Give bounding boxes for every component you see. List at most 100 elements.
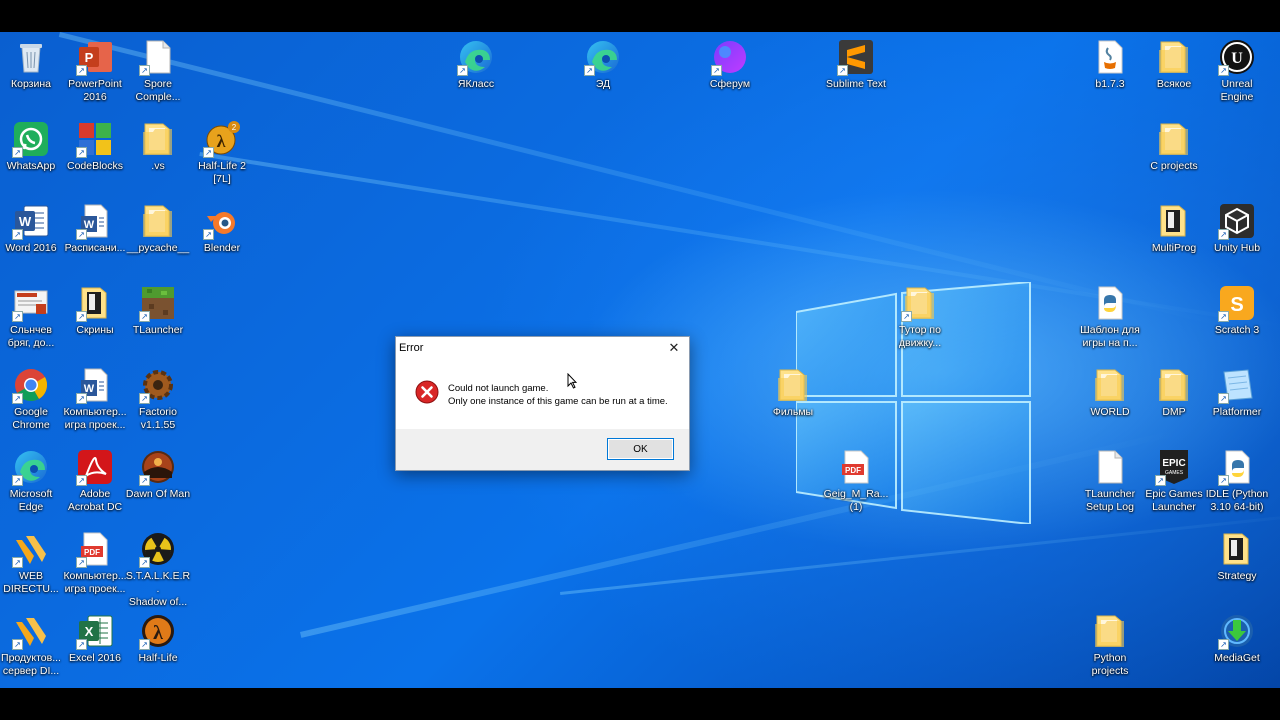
desktop-icon-label: Excel 2016 (69, 652, 121, 664)
shortcut-arrow-icon: ↗ (12, 639, 23, 650)
desktop-icon[interactable]: ↗ Тутор по движку... (887, 284, 953, 350)
desktop-icon[interactable]: S ↗ Scratch 3 (1204, 284, 1270, 337)
svg-text:λ: λ (153, 622, 163, 644)
file-icon (1091, 448, 1129, 486)
desktop-icon[interactable]: ↗ Blender (189, 202, 255, 255)
desktop-icon[interactable]: ↗ WhatsApp (0, 120, 64, 173)
shortcut-arrow-icon: ↗ (203, 229, 214, 240)
svg-text:EPIC: EPIC (1162, 458, 1185, 469)
error-message-line-2: Only one instance of this game can be ru… (448, 396, 668, 407)
desktop-icon[interactable]: λ 2 ↗ Half-Life 2 [7L] (189, 120, 255, 186)
folder-icon (139, 202, 177, 240)
desktop-icon-label: WORLD (1090, 406, 1130, 418)
excel-icon: X ↗ (76, 612, 114, 650)
desktop-icon[interactable]: ↗ Sublime Text (823, 38, 889, 91)
desktop-icon[interactable]: Python projects (1077, 612, 1143, 678)
word-icon: W ↗ (12, 202, 50, 240)
desktop-icon-label: Geig_M_Ra... (1) (823, 488, 889, 513)
folder-icon (1091, 612, 1129, 650)
desktop-icon-label: Sublime Text (826, 78, 886, 90)
desktop-icon[interactable]: __pycache__ (125, 202, 191, 255)
desktop-icon[interactable]: W ↗ Расписани... (62, 202, 128, 255)
desktop-icon[interactable]: ↗ ЭД (570, 38, 636, 91)
dialog-footer: OK (396, 429, 689, 470)
desktop-icon-label: Корзина (11, 78, 51, 90)
mediaget-icon: ↗ (1218, 612, 1256, 650)
desktop-icon-label: CodeBlocks (66, 160, 124, 172)
desktop-icon[interactable]: ↗ Unity Hub (1204, 202, 1270, 255)
shortcut-arrow-icon: ↗ (901, 311, 912, 322)
desktop-icon-label: Python projects (1091, 652, 1129, 677)
error-message-line-1: Could not launch game. (448, 383, 549, 394)
dialog-body: Could not launch game. Only one instance… (396, 359, 689, 429)
desktop-icon[interactable]: W ↗ Компьютер... игра проек... (62, 366, 128, 432)
desktop[interactable]: Корзина P ↗ PowerPoint 2016 ↗ Spore Comple...… (0, 32, 1280, 688)
desktop-icon[interactable]: P ↗ PowerPoint 2016 (62, 38, 128, 104)
desktop-icon[interactable]: ↗ Factorio v1.1.55 (125, 366, 191, 432)
pdf-document-icon: PDF (837, 448, 875, 486)
shortcut-arrow-icon: ↗ (1218, 475, 1229, 486)
desktop-icon[interactable]: ↗ Microsoft Edge (0, 448, 64, 514)
desktop-icon[interactable]: DMP (1141, 366, 1207, 419)
desktop-icon[interactable]: Всякое (1141, 38, 1207, 91)
desktop-icon[interactable]: PDF Geig_M_Ra... (1) (823, 448, 889, 514)
desktop-icon-label: TLauncher Setup Log (1084, 488, 1136, 513)
desktop-icon[interactable]: ↗ CodeBlocks (62, 120, 128, 173)
shortcut-arrow-icon: ↗ (837, 65, 848, 76)
dialog-titlebar[interactable]: Error ✕ (396, 337, 689, 359)
desktop-icon[interactable]: ↗ WEB DIRECTU... (0, 530, 64, 596)
desktop-icon[interactable]: ↗ Сльнчев бряг, до... (0, 284, 64, 350)
shortcut-arrow-icon: ↗ (76, 557, 87, 568)
desktop-icon[interactable]: ↗ Google Chrome (0, 366, 64, 432)
desktop-icon[interactable]: PDF ↗ Компьютер... игра проек... (62, 530, 128, 596)
desktop-icon[interactable]: Корзина (0, 38, 64, 91)
desktop-icon[interactable]: ↗ Platformer (1204, 366, 1270, 419)
desktop-icon-label: Тутор по движку... (898, 324, 942, 349)
desktop-icon[interactable]: ↗ Spore Comple... (125, 38, 191, 104)
desktop-icon[interactable]: U ↗ Unreal Engine (1204, 38, 1270, 104)
shortcut-arrow-icon: ↗ (139, 557, 150, 568)
desktop-icon[interactable]: ↗ MediaGet (1204, 612, 1270, 665)
desktop-icon[interactable]: ↗ IDLE (Python 3.10 64-bit) (1204, 448, 1270, 514)
shortcut-arrow-icon: ↗ (12, 311, 23, 322)
shortcut-arrow-icon: ↗ (1155, 475, 1166, 486)
desktop-icon-label: Adobe Acrobat DC (67, 488, 123, 513)
desktop-icon-label: MediaGet (1214, 652, 1260, 664)
ok-button[interactable]: OK (607, 438, 674, 460)
desktop-icon[interactable]: ↗ ЯКласс (443, 38, 509, 91)
desktop-icon[interactable]: ↗ Скрины (62, 284, 128, 337)
desktop-icon[interactable]: ↗ Dawn Of Man (125, 448, 191, 501)
stalker-icon: ↗ (139, 530, 177, 568)
mouse-cursor-icon (567, 373, 577, 389)
desktop-icon[interactable]: b1.7.3 (1077, 38, 1143, 91)
sublime-text-icon: ↗ (837, 38, 875, 76)
desktop-icon[interactable]: C projects (1141, 120, 1207, 173)
desktop-icon-label: Factorio v1.1.55 (139, 406, 177, 431)
desktop-icon[interactable]: W ↗ Word 2016 (0, 202, 64, 255)
server-icon: ↗ (12, 612, 50, 650)
desktop-icon[interactable]: MultiProg (1141, 202, 1207, 255)
desktop-icon-label: .vs (151, 160, 165, 172)
desktop-icon[interactable]: ↗ Продуктов... сервер DI... (0, 612, 64, 678)
shortcut-arrow-icon: ↗ (457, 65, 468, 76)
desktop-icon[interactable]: WORLD (1077, 366, 1143, 419)
folder-dark-icon (1218, 530, 1256, 568)
desktop-icon[interactable]: Шаблон для игры на п... (1077, 284, 1143, 350)
shortcut-arrow-icon: ↗ (139, 393, 150, 404)
desktop-icon[interactable]: ↗ TLauncher (125, 284, 191, 337)
shortcut-arrow-icon: ↗ (12, 557, 23, 568)
desktop-icon[interactable]: Фильмы (760, 366, 826, 419)
desktop-icon[interactable]: X ↗ Excel 2016 (62, 612, 128, 665)
desktop-icon[interactable]: λ ↗ Half-Life (125, 612, 191, 665)
desktop-icon[interactable]: ↗ S.T.A.L.K.E.R. Shadow of... (125, 530, 191, 609)
desktop-icon[interactable]: Strategy (1204, 530, 1270, 583)
desktop-icon[interactable]: ↗ Adobe Acrobat DC (62, 448, 128, 514)
desktop-icon-label: Google Chrome (12, 406, 50, 431)
desktop-icon-label: Всякое (1156, 78, 1192, 90)
desktop-icon[interactable]: .vs (125, 120, 191, 173)
close-icon[interactable]: ✕ (663, 338, 685, 358)
shortcut-arrow-icon: ↗ (139, 639, 150, 650)
desktop-icon[interactable]: EPIC GAMES ↗ Epic Games Launcher (1141, 448, 1207, 514)
desktop-icon[interactable]: ↗ Сферум (697, 38, 763, 91)
desktop-icon[interactable]: TLauncher Setup Log (1077, 448, 1143, 514)
